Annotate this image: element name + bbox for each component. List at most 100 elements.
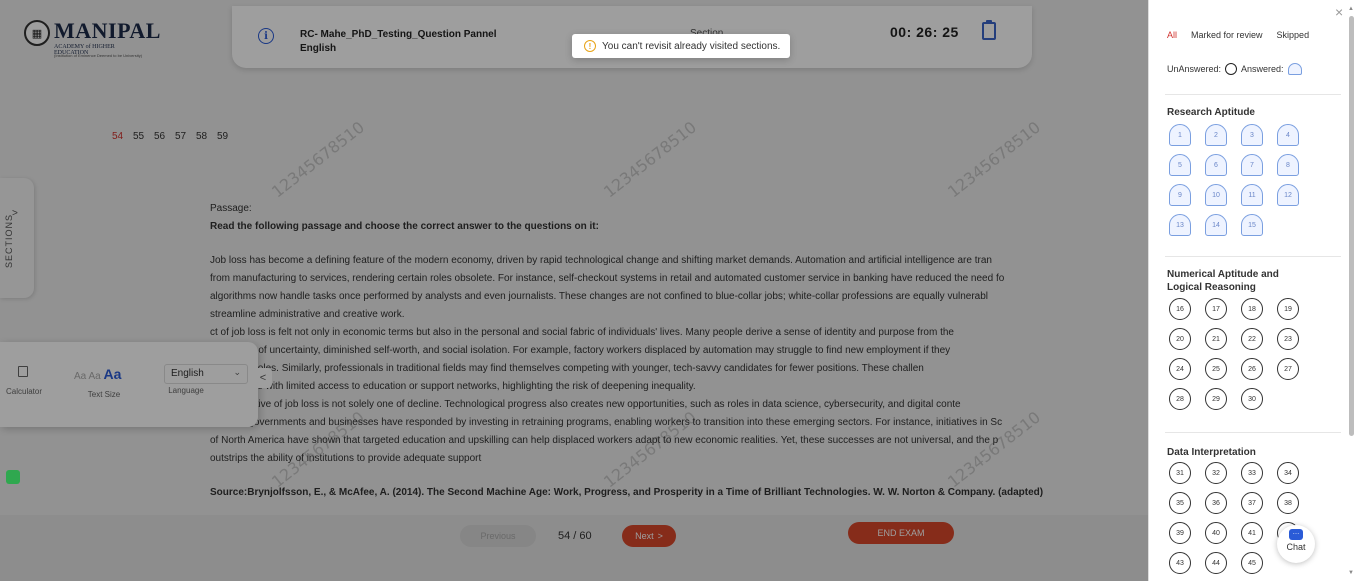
palette-question-button[interactable]: 23 — [1277, 328, 1299, 350]
question-number-55[interactable]: 55 — [133, 131, 154, 142]
question-number-59[interactable]: 59 — [217, 131, 238, 142]
watermark: 12345678510 — [268, 117, 368, 202]
text-size-medium[interactable]: Aa — [88, 371, 100, 382]
passage-line: algorithms now handle tasks once perform… — [210, 291, 989, 302]
divider — [1165, 256, 1341, 257]
palette-question-button[interactable]: 9 — [1169, 184, 1191, 206]
passage-line: , the narrative of job loss is not solel… — [210, 399, 961, 410]
end-exam-button[interactable]: END EXAM — [848, 522, 954, 544]
palette-question-button[interactable]: 1 — [1169, 124, 1191, 146]
text-size-large[interactable]: Aa — [103, 366, 121, 382]
palette-question-button[interactable]: 5 — [1169, 154, 1191, 176]
palette-question-button[interactable]: 10 — [1205, 184, 1227, 206]
palette-question-grid: 16 17 18 19 20 21 22 23 24 25 26 27 28 29 30 — [1169, 298, 1299, 410]
tab-marked-for-review[interactable]: Marked for review — [1191, 30, 1263, 40]
scroll-down-icon[interactable]: ▼ — [1348, 570, 1354, 576]
palette-scrollbar[interactable] — [1349, 16, 1354, 436]
palette-question-button[interactable]: 21 — [1205, 328, 1227, 350]
palette-question-button[interactable]: 7 — [1241, 154, 1263, 176]
question-number-56[interactable]: 56 — [154, 131, 175, 142]
passage-label: Passage: — [210, 203, 252, 214]
passage-line: emerging roles. Similarly, professionals… — [210, 363, 924, 374]
palette-question-button[interactable]: 17 — [1205, 298, 1227, 320]
palette-question-button[interactable]: 38 — [1277, 492, 1299, 514]
palette-question-button[interactable]: 27 — [1277, 358, 1299, 380]
exam-main-area: ▦ MANIPAL ACADEMY of HIGHER EDUCATION (I… — [0, 0, 1148, 581]
chat-button[interactable]: … Chat — [1277, 525, 1315, 563]
passage-instruction: Read the following passage and choose th… — [210, 221, 599, 232]
palette-question-button[interactable]: 33 — [1241, 462, 1263, 484]
calculator-tool[interactable]: Calculator — [6, 366, 43, 396]
clipboard-icon[interactable] — [982, 20, 996, 40]
palette-question-button[interactable]: 16 — [1169, 298, 1191, 320]
palette-question-button[interactable]: 20 — [1169, 328, 1191, 350]
exam-language: English — [300, 43, 337, 54]
palette-question-button[interactable]: 45 — [1241, 552, 1263, 574]
palette-question-button[interactable]: 3 — [1241, 124, 1263, 146]
palette-question-button[interactable]: 35 — [1169, 492, 1191, 514]
passage-line: outstrips the ability of institutions to… — [210, 453, 482, 464]
collapse-tools-button[interactable]: < — [254, 368, 272, 388]
language-select[interactable]: English ⌄ — [164, 364, 248, 384]
palette-question-button[interactable]: 22 — [1241, 328, 1263, 350]
passage-line: to feelings of uncertainty, diminished s… — [210, 345, 951, 356]
palette-question-button[interactable]: 8 — [1277, 154, 1299, 176]
question-number-54[interactable]: 54 — [112, 131, 133, 142]
palette-question-button[interactable]: 26 — [1241, 358, 1263, 380]
question-number-strip: 54 55 56 57 58 59 — [112, 131, 238, 142]
palette-question-button[interactable]: 31 — [1169, 462, 1191, 484]
palette-question-button[interactable]: 12 — [1277, 184, 1299, 206]
calculator-label: Calculator — [6, 387, 43, 396]
palette-question-button[interactable]: 32 — [1205, 462, 1227, 484]
text-size-small[interactable]: Aa — [74, 371, 86, 382]
close-icon[interactable]: × — [1335, 4, 1343, 20]
chat-label: Chat — [1286, 542, 1306, 552]
palette-question-button[interactable]: 4 — [1277, 124, 1299, 146]
question-number-57[interactable]: 57 — [175, 131, 196, 142]
scroll-up-icon[interactable]: ▲ — [1348, 6, 1354, 12]
tab-skipped[interactable]: Skipped — [1277, 30, 1310, 40]
palette-question-button[interactable]: 14 — [1205, 214, 1227, 236]
previous-button[interactable]: Previous — [460, 525, 536, 547]
palette-question-button[interactable]: 29 — [1205, 388, 1227, 410]
palette-question-button[interactable]: 39 — [1169, 522, 1191, 544]
palette-question-button[interactable]: 28 — [1169, 388, 1191, 410]
language-label: Language — [168, 386, 204, 395]
passage-paragraph-1: Job loss has become a defining feature o… — [210, 252, 1130, 324]
palette-question-grid: 313233343536373839404142434445 — [1169, 462, 1299, 574]
footer-bar — [0, 515, 1148, 581]
palette-question-button[interactable]: 25 — [1205, 358, 1227, 380]
palette-question-button[interactable]: 24 — [1169, 358, 1191, 380]
palette-question-button[interactable]: 43 — [1169, 552, 1191, 574]
palette-question-button[interactable]: 2 — [1205, 124, 1227, 146]
palette-question-button[interactable]: 41 — [1241, 522, 1263, 544]
question-number-58[interactable]: 58 — [196, 131, 217, 142]
palette-question-button[interactable]: 37 — [1241, 492, 1263, 514]
palette-section-title: Research Aptitude — [1167, 106, 1255, 119]
unanswered-label: UnAnswered: — [1167, 64, 1222, 74]
palette-question-button[interactable]: 15 — [1241, 214, 1263, 236]
palette-question-button[interactable]: 44 — [1205, 552, 1227, 574]
palette-question-button[interactable]: 40 — [1205, 522, 1227, 544]
palette-question-button[interactable]: 19 — [1277, 298, 1299, 320]
brand-subtitle-2: (Institution of Eminence Deemed to be Un… — [54, 53, 143, 58]
palette-section-title: Numerical Aptitude and Logical Reasoning — [1167, 268, 1279, 294]
passage-line: of North America have shown that targete… — [210, 435, 999, 446]
toast-message: You can't revisit already visited sectio… — [602, 40, 781, 52]
tab-all[interactable]: All — [1167, 30, 1177, 40]
passage-line: from manufacturing to services, renderin… — [210, 273, 1005, 284]
text-size-label: Text Size — [87, 390, 121, 399]
palette-question-button[interactable]: 30 — [1241, 388, 1263, 410]
palette-section-title-line: Logical Reasoning — [1167, 282, 1256, 293]
palette-question-button[interactable]: 11 — [1241, 184, 1263, 206]
sections-tab[interactable]: > SECTIONS — [0, 178, 34, 298]
next-button[interactable]: Next > — [622, 525, 676, 547]
passage-paragraph-2: ct of job loss is felt not only in econo… — [210, 324, 1130, 396]
palette-question-button[interactable]: 34 — [1277, 462, 1299, 484]
sections-label: SECTIONS — [4, 213, 14, 268]
info-icon[interactable]: i — [258, 28, 274, 44]
palette-question-button[interactable]: 18 — [1241, 298, 1263, 320]
palette-question-button[interactable]: 13 — [1169, 214, 1191, 236]
palette-question-button[interactable]: 36 — [1205, 492, 1227, 514]
palette-question-button[interactable]: 6 — [1205, 154, 1227, 176]
